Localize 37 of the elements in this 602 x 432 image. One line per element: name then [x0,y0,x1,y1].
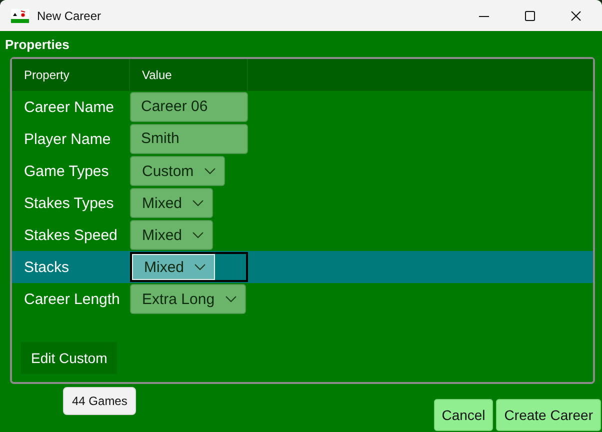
chevron-down-icon [204,167,216,175]
cards-icon [11,8,29,22]
property-label: Player Name [23,130,112,148]
maximize-icon[interactable] [525,10,535,20]
table-row[interactable]: Career Length Extra Long [12,283,593,315]
table-row[interactable]: Stakes Types Mixed [12,187,593,219]
chevron-down-icon [194,263,206,271]
property-label: Career Name [23,98,116,116]
column-header: Value [130,59,248,91]
text-field[interactable]: Smith [130,124,248,154]
table-row[interactable]: Stakes Speed Mixed [12,219,593,251]
dropdown[interactable]: Extra Long [130,284,246,314]
dropdown[interactable]: Mixed [130,220,214,250]
tooltip: 44 Games [63,387,136,415]
chevron-down-icon [192,199,204,207]
property-label: Career Length [23,290,121,308]
property-label: Game Types [23,162,110,180]
section-title: Properties [5,37,70,54]
edit-custom-button[interactable]: Edit Custom [21,342,118,374]
property-label: Stakes Types [23,194,115,212]
chevron-down-icon [224,295,237,303]
text-field[interactable]: Career 06 [130,92,248,122]
window-title: New Career [37,8,102,22]
chevron-down-icon [192,231,204,239]
dialog-button[interactable]: Create Career [496,399,601,431]
dialog-button[interactable]: Cancel [434,399,494,431]
property-label: Stacks [23,258,70,276]
table-row[interactable]: Stacks Mixed [12,251,593,283]
dropdown[interactable]: Custom [130,156,225,186]
dropdown[interactable]: Mixed [132,254,216,280]
property-label: Stakes Speed [23,226,118,244]
dropdown[interactable]: Mixed [130,188,214,218]
table-row[interactable]: Player Name Smith [12,123,593,155]
close-icon[interactable] [571,10,581,20]
table-row[interactable]: Career Name Career 06 [12,91,593,123]
table-row[interactable]: Game Types Custom [12,155,593,187]
column-header: Property [12,59,130,91]
